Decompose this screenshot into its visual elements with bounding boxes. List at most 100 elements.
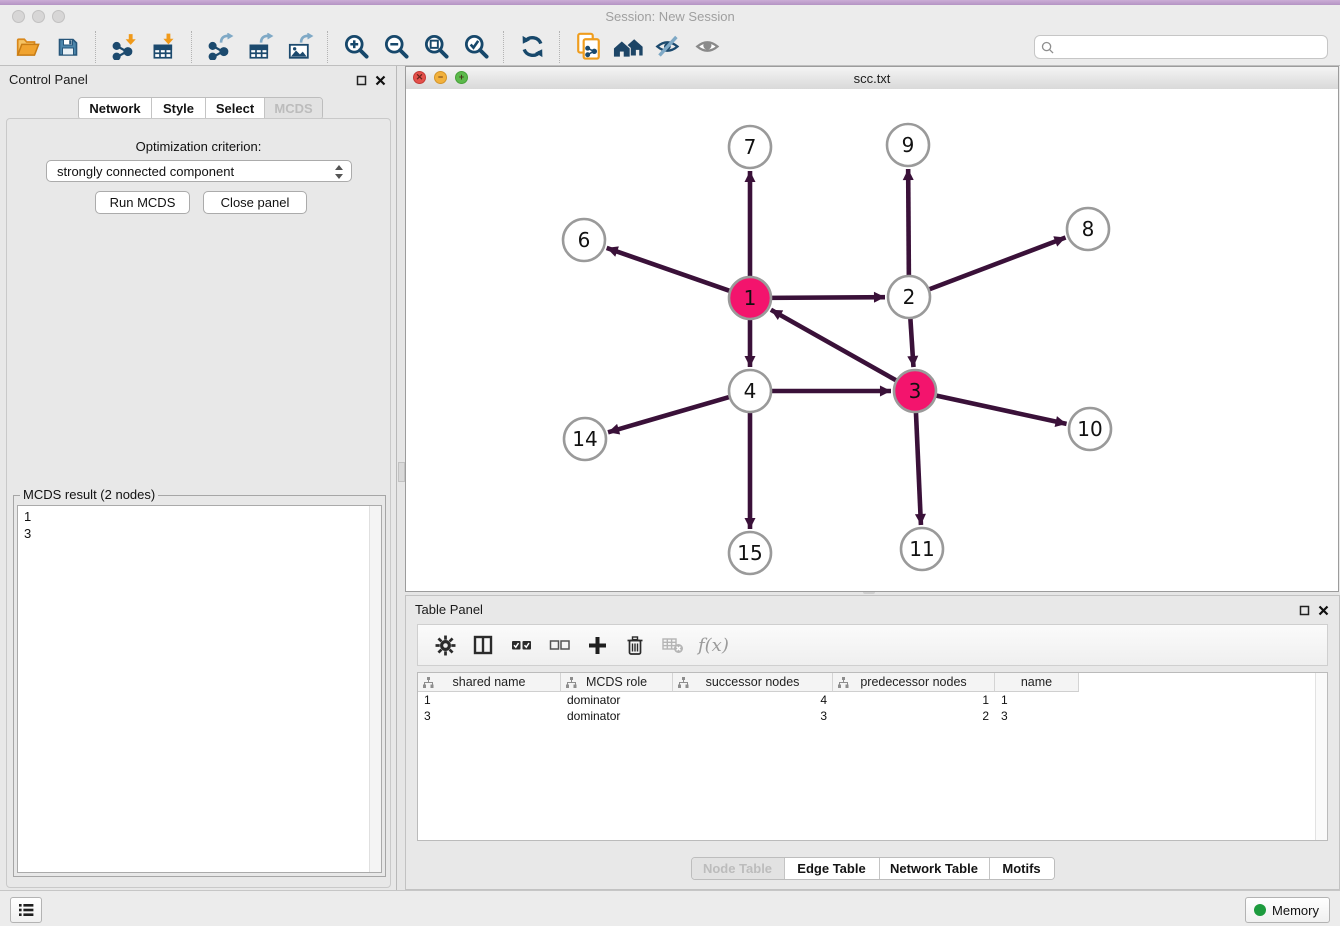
column-header-MCDS-role[interactable]: MCDS role	[561, 673, 673, 692]
open-session-button[interactable]	[12, 31, 44, 63]
column-layout-button[interactable]	[468, 630, 498, 660]
toolbar-separator	[95, 31, 97, 63]
graph-edge-1-6[interactable]	[607, 248, 732, 292]
network-graph[interactable]: 7968124314101511	[406, 89, 1338, 592]
refresh-view-button[interactable]	[516, 31, 548, 63]
network-window-titlebar[interactable]: scc.txt	[406, 67, 1338, 90]
graph-node-label: 7	[744, 135, 757, 159]
graph-edge-4-14[interactable]	[608, 396, 732, 432]
tab-select[interactable]: Select	[206, 98, 265, 119]
zoom-fit-icon	[423, 33, 450, 60]
table-panel-tabs: Node Table Edge Table Network Table Moti…	[691, 857, 1055, 880]
import-network-button[interactable]	[108, 31, 140, 63]
tab-network-table[interactable]: Network Table	[880, 858, 990, 879]
show-all-button[interactable]	[692, 31, 724, 63]
window-title: Session: New Session	[0, 9, 1340, 24]
export-network-button[interactable]	[204, 31, 236, 63]
checked-boxes-icon	[511, 636, 532, 654]
save-icon	[56, 35, 80, 59]
table-cell[interactable]: 3	[673, 708, 833, 724]
graph-edge-3-11[interactable]	[916, 410, 921, 525]
network-window-title: scc.txt	[406, 71, 1338, 86]
graph-edge-2-3[interactable]	[910, 316, 913, 367]
table-cell[interactable]: dominator	[561, 692, 673, 708]
table-settings-button[interactable]	[430, 630, 460, 660]
tab-node-table[interactable]: Node Table	[692, 858, 785, 879]
zoom-fit-button[interactable]	[420, 31, 452, 63]
table-cell[interactable]: 1	[418, 692, 561, 708]
control-panel: Control Panel Network Style Select MCDS …	[0, 66, 397, 890]
table-row[interactable]: 1dominator411	[418, 692, 1327, 708]
graph-node-label: 14	[572, 427, 597, 451]
column-tree-icon	[566, 677, 577, 691]
column-header-predecessor-nodes[interactable]: predecessor nodes	[833, 673, 995, 692]
mcds-result-area[interactable]: 1 3	[17, 505, 382, 873]
memory-button[interactable]: Memory	[1245, 897, 1330, 923]
import-network-icon	[111, 33, 138, 60]
tab-network[interactable]: Network	[79, 98, 152, 119]
node-table: shared name MCDS rolesuccessor nodesprede…	[417, 672, 1328, 841]
function-builder-button[interactable]: f(x)	[698, 635, 729, 656]
close-panel-button-mcds[interactable]: Close panel	[203, 191, 307, 214]
table-cell[interactable]: dominator	[561, 708, 673, 724]
result-scrollbar[interactable]	[369, 506, 381, 872]
table-cell[interactable]: 3	[995, 708, 1079, 724]
graph-edge-3-10[interactable]	[934, 395, 1067, 424]
graph-edge-1-2[interactable]	[769, 297, 885, 298]
tab-style[interactable]: Style	[152, 98, 206, 119]
save-session-button[interactable]	[52, 31, 84, 63]
tab-motifs[interactable]: Motifs	[990, 858, 1054, 879]
graph-edge-2-8[interactable]	[927, 238, 1066, 291]
task-history-button[interactable]	[10, 897, 42, 923]
table-scrollbar[interactable]	[1315, 673, 1327, 840]
network-canvas[interactable]: 7968124314101511	[406, 89, 1338, 591]
close-table-panel-button[interactable]	[1316, 603, 1330, 617]
float-panel-button[interactable]	[354, 73, 368, 87]
vertical-splitter[interactable]	[397, 66, 405, 890]
delete-table-button[interactable]	[658, 630, 688, 660]
deselect-all-checkboxes-button[interactable]	[544, 630, 574, 660]
zoom-in-button[interactable]	[340, 31, 372, 63]
first-neighbors-button[interactable]	[612, 31, 644, 63]
mcds-result-text: 1 3	[24, 508, 31, 542]
eye-slash-icon	[654, 33, 683, 60]
zoom-selected-button[interactable]	[460, 31, 492, 63]
tab-mcds[interactable]: MCDS	[265, 98, 322, 119]
hide-selected-button[interactable]	[652, 31, 684, 63]
table-cell[interactable]: 1	[833, 692, 995, 708]
splitter-grip[interactable]	[398, 462, 405, 482]
table-panel-header[interactable]: Table Panel	[406, 596, 1339, 622]
column-header-label: shared name	[453, 675, 526, 689]
add-column-button[interactable]	[582, 630, 612, 660]
clone-network-button[interactable]	[572, 31, 604, 63]
toolbar-separator	[559, 31, 561, 63]
table-cell[interactable]: 1	[995, 692, 1079, 708]
float-table-panel-button[interactable]	[1297, 603, 1311, 617]
graph-edge-3-1[interactable]	[771, 310, 899, 382]
search-input[interactable]	[1058, 39, 1327, 55]
criterion-select[interactable]: strongly connected component	[46, 160, 352, 182]
export-image-icon	[287, 33, 314, 60]
column-header-name[interactable]: name	[995, 673, 1079, 692]
search-field[interactable]	[1034, 35, 1328, 59]
zoom-out-button[interactable]	[380, 31, 412, 63]
select-all-checkboxes-button[interactable]	[506, 630, 536, 660]
gear-icon	[435, 635, 456, 656]
table-cell[interactable]: 3	[418, 708, 561, 724]
import-table-button[interactable]	[148, 31, 180, 63]
export-image-button[interactable]	[284, 31, 316, 63]
table-cell[interactable]: 2	[833, 708, 995, 724]
tab-edge-table[interactable]: Edge Table	[785, 858, 880, 879]
control-panel-header[interactable]: Control Panel	[0, 66, 396, 92]
delete-column-button[interactable]	[620, 630, 650, 660]
mcds-result-title: MCDS result (2 nodes)	[20, 487, 158, 502]
graph-edge-2-9[interactable]	[908, 169, 909, 278]
table-cell[interactable]: 4	[673, 692, 833, 708]
export-table-button[interactable]	[244, 31, 276, 63]
run-mcds-button[interactable]: Run MCDS	[95, 191, 190, 214]
table-row[interactable]: 3dominator323	[418, 708, 1327, 724]
graph-node-label: 2	[903, 285, 916, 309]
column-header-shared-name[interactable]: shared name	[418, 673, 561, 692]
close-panel-button[interactable]	[373, 73, 387, 87]
column-header-successor-nodes[interactable]: successor nodes	[673, 673, 833, 692]
